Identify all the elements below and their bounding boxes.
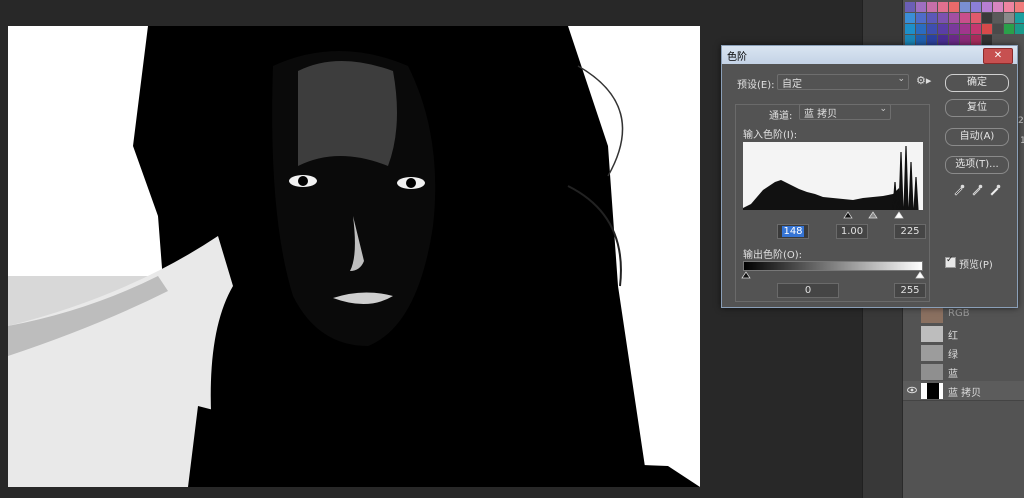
color-swatch[interactable] bbox=[982, 35, 992, 45]
reset-button[interactable]: 复位 bbox=[945, 99, 1009, 117]
layer-name: 绿 bbox=[948, 350, 958, 361]
side-number-a: 26 bbox=[1018, 116, 1024, 126]
color-swatch[interactable] bbox=[1004, 13, 1014, 23]
color-swatch[interactable] bbox=[949, 13, 959, 23]
layer-thumbnail bbox=[921, 383, 943, 399]
options-button[interactable]: 选项(T)... bbox=[945, 156, 1009, 174]
output-black-field[interactable]: 0 bbox=[777, 283, 839, 298]
swatches-panel[interactable] bbox=[903, 0, 1024, 46]
channel-value: 蓝 拷贝 bbox=[804, 109, 838, 120]
channel-label: 通道: bbox=[769, 111, 793, 122]
input-levels-label: 输入色阶(I): bbox=[743, 130, 798, 141]
layer-thumbnail bbox=[921, 364, 943, 380]
color-swatch[interactable] bbox=[905, 24, 915, 34]
color-swatch[interactable] bbox=[960, 35, 970, 45]
color-swatch[interactable] bbox=[916, 35, 926, 45]
output-levels-label: 输出色阶(O): bbox=[743, 250, 803, 261]
input-gamma-field[interactable]: 1.00 bbox=[836, 224, 868, 239]
white-eyedropper-icon[interactable] bbox=[989, 184, 1001, 196]
layer-name: 蓝 bbox=[948, 369, 958, 380]
black-eyedropper-icon[interactable] bbox=[953, 184, 965, 196]
color-swatch[interactable] bbox=[938, 2, 948, 12]
dialog-title: 色阶 bbox=[727, 52, 747, 63]
layer-name: 红 bbox=[948, 331, 958, 342]
color-swatch[interactable] bbox=[905, 2, 915, 12]
color-swatch[interactable] bbox=[1015, 24, 1024, 34]
portrait-image bbox=[8, 26, 700, 487]
layer-row-red[interactable]: 红 bbox=[903, 324, 1024, 344]
chevron-down-icon: ⌄ bbox=[879, 104, 887, 114]
color-swatch[interactable] bbox=[905, 35, 915, 45]
color-swatch[interactable] bbox=[916, 2, 926, 12]
input-white-field[interactable]: 225 bbox=[894, 224, 926, 239]
preset-label: 预设(E): bbox=[737, 80, 775, 91]
ok-button[interactable]: 确定 bbox=[945, 74, 1009, 92]
color-swatch[interactable] bbox=[1015, 2, 1024, 12]
document-canvas[interactable] bbox=[8, 26, 700, 487]
gray-eyedropper-icon[interactable] bbox=[971, 184, 983, 196]
color-swatch[interactable] bbox=[993, 24, 1003, 34]
color-swatch[interactable] bbox=[993, 2, 1003, 12]
layer-name: RGB bbox=[948, 308, 970, 319]
color-swatch[interactable] bbox=[927, 2, 937, 12]
color-swatch[interactable] bbox=[1004, 24, 1014, 34]
preset-select[interactable]: 自定 ⌄ bbox=[777, 74, 909, 90]
color-swatch[interactable] bbox=[971, 24, 981, 34]
gear-icon[interactable]: ⚙▸ bbox=[916, 74, 931, 87]
dialog-body: 预设(E): 自定 ⌄ ⚙▸ 确定 复位 自动(A) 选项(T)... 预览(P… bbox=[727, 64, 1012, 302]
color-swatch[interactable] bbox=[905, 13, 915, 23]
color-swatch[interactable] bbox=[949, 2, 959, 12]
color-swatch[interactable] bbox=[982, 13, 992, 23]
color-swatch[interactable] bbox=[993, 13, 1003, 23]
input-black-field[interactable]: 148 bbox=[777, 224, 809, 239]
preview-checkbox[interactable] bbox=[945, 255, 956, 268]
color-swatch[interactable] bbox=[927, 13, 937, 23]
chevron-down-icon: ⌄ bbox=[897, 74, 905, 84]
color-swatch[interactable] bbox=[982, 24, 992, 34]
input-slider-track[interactable] bbox=[743, 210, 923, 220]
color-swatch[interactable] bbox=[916, 13, 926, 23]
color-swatch[interactable] bbox=[949, 35, 959, 45]
color-swatch[interactable] bbox=[971, 35, 981, 45]
layer-name: 蓝 拷贝 bbox=[948, 388, 982, 399]
color-swatch[interactable] bbox=[982, 2, 992, 12]
color-swatch[interactable] bbox=[938, 13, 948, 23]
color-swatch[interactable] bbox=[927, 24, 937, 34]
eye-icon[interactable] bbox=[907, 386, 917, 394]
color-swatch[interactable] bbox=[938, 24, 948, 34]
color-swatch[interactable] bbox=[927, 35, 937, 45]
layer-row-blue[interactable]: 蓝 bbox=[903, 362, 1024, 382]
color-swatch[interactable] bbox=[960, 13, 970, 23]
dialog-titlebar[interactable]: 色阶 ✕ bbox=[722, 46, 1017, 64]
close-button[interactable]: ✕ bbox=[983, 48, 1013, 64]
layer-row-rgb[interactable]: RGB bbox=[903, 305, 1024, 325]
preview-label: 预览(P) bbox=[959, 260, 993, 271]
input-black-value: 148 bbox=[782, 226, 804, 237]
levels-dialog: 色阶 ✕ 预设(E): 自定 ⌄ ⚙▸ 确定 复位 自动(A) 选项(T)...… bbox=[721, 45, 1018, 308]
color-swatch[interactable] bbox=[938, 35, 948, 45]
preset-value: 自定 bbox=[782, 79, 802, 90]
layer-row-green[interactable]: 绿 bbox=[903, 343, 1024, 363]
output-slider-track[interactable] bbox=[741, 270, 925, 280]
color-swatch[interactable] bbox=[971, 2, 981, 12]
side-number-b: 1 bbox=[1020, 136, 1024, 146]
color-swatch[interactable] bbox=[916, 24, 926, 34]
color-swatch[interactable] bbox=[949, 24, 959, 34]
layer-thumbnail bbox=[921, 345, 943, 361]
channel-select[interactable]: 蓝 拷贝 ⌄ bbox=[799, 104, 891, 120]
color-swatch[interactable] bbox=[1015, 13, 1024, 23]
layer-thumbnail bbox=[921, 326, 943, 342]
auto-button[interactable]: 自动(A) bbox=[945, 128, 1009, 146]
output-white-field[interactable]: 255 bbox=[894, 283, 926, 298]
histogram bbox=[743, 142, 923, 210]
color-swatch[interactable] bbox=[1004, 2, 1014, 12]
layer-thumbnail bbox=[921, 307, 943, 323]
color-swatch[interactable] bbox=[971, 13, 981, 23]
color-swatch[interactable] bbox=[960, 2, 970, 12]
layer-row-blue-copy[interactable]: 蓝 拷贝 bbox=[903, 381, 1024, 401]
color-swatch[interactable] bbox=[960, 24, 970, 34]
